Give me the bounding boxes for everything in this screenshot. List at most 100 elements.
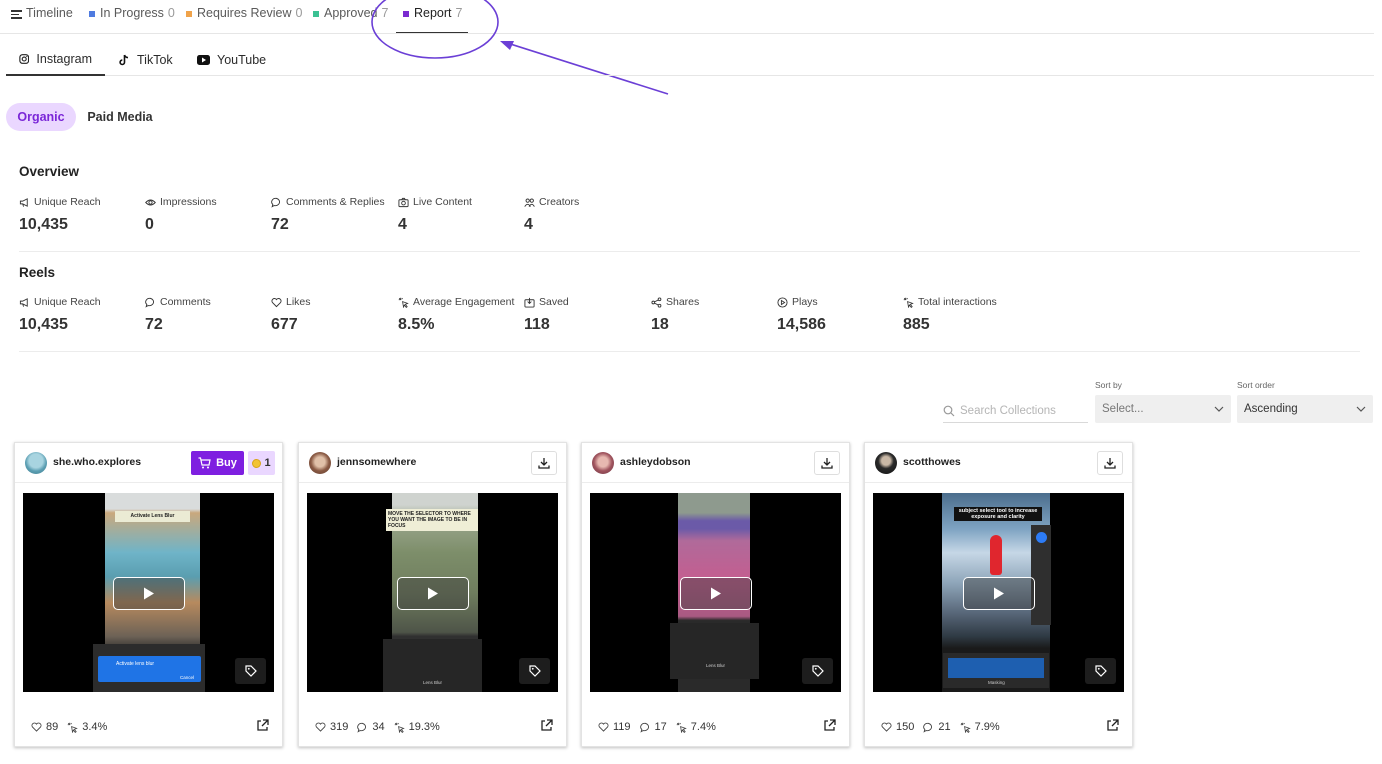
buy-button[interactable]: Buy [191,451,244,475]
tag-button[interactable] [519,658,550,684]
comments-stat: 34 [357,721,385,733]
reels-title: Reels [19,265,56,280]
avatar [25,452,47,474]
tab-timeline[interactable]: Timeline [11,6,73,33]
open-external-button[interactable] [823,719,836,737]
metric-value: 118 [524,316,550,333]
heart-icon [881,722,892,732]
tab-report[interactable]: Report 7 [396,6,469,33]
metric-value: 72 [145,316,163,333]
download-button[interactable] [814,451,840,475]
download-icon [538,458,550,469]
coin-count: 1 [264,457,271,469]
comment-icon [357,722,367,733]
download-button[interactable] [1097,451,1123,475]
video-caption: subject select tool to increase exposure… [954,507,1042,521]
eye-icon [145,199,156,205]
metric-value: 885 [903,316,930,333]
card-stats: 150 21 7.9% [881,721,1009,733]
metric-value: 10,435 [19,216,68,233]
card-header: scotthowes [865,443,1132,483]
open-external-button[interactable] [540,719,553,737]
tab-youtube[interactable]: YouTube [184,44,279,76]
play-button[interactable] [680,577,752,610]
tab-label: Report [414,6,452,20]
tab-requires-review[interactable]: Requires Review 0 [186,6,302,33]
organic-pill[interactable]: Organic [6,103,76,131]
sort-order-label: Sort order [1237,380,1275,390]
content-card: ashleydobson Lens Blur 119 17 7.4% [581,442,850,747]
content-card: scotthowes subject select tool to increa… [864,442,1133,747]
video-panel: Lens Blur [670,623,759,679]
comment-icon [639,722,649,733]
sort-by-group: Sort by Select... [1095,380,1231,423]
paid-media-pill[interactable]: Paid Media [82,103,158,131]
heart-icon [271,297,282,307]
video-panel-text: Lens Blur [706,663,726,668]
heart-icon [315,722,326,732]
masking-bar [948,658,1044,678]
metric-value: 10,435 [19,316,68,333]
likes-count: 119 [613,721,631,733]
download-icon [1104,458,1116,469]
video-panel: Masking [943,653,1049,688]
download-button[interactable] [531,451,557,475]
status-dot-icon [186,11,192,17]
creator-username: ashleydobson [620,456,691,468]
tag-button[interactable] [802,658,833,684]
sort-order-select[interactable]: Ascending [1237,395,1373,423]
tab-tiktok[interactable]: TikTok [105,44,186,76]
heart-icon [598,722,609,732]
tag-icon [244,665,257,677]
creator-username: scotthowes [903,456,961,468]
engagement-stat: 3.4% [67,721,107,733]
click-icon [960,722,971,733]
search-input[interactable] [960,404,1085,417]
reels-metric-total-interactions: Total interactions 885 [903,296,997,334]
metric-label: Total interactions [918,296,997,308]
video-thumbnail[interactable]: MOVE THE SELECTOR TO WHERE YOU WANT THE … [307,493,558,692]
card-header: she.who.explores Buy 1 [15,443,282,483]
sort-by-select[interactable]: Select... [1095,395,1231,423]
overview-metric-creators: Creators 4 [524,196,579,234]
play-icon [711,587,721,600]
reels-metric-unique-reach: Unique Reach 10,435 [19,296,101,334]
engagement-stat: 7.9% [960,721,1000,733]
reels-metric-average-engagement: Average Engagement 8.5% [398,296,514,334]
external-link-icon [257,719,269,731]
play-button[interactable] [397,577,469,610]
save-icon [524,297,535,308]
comment-icon [271,197,280,208]
reels-metric-plays: Plays 14,586 [777,296,826,334]
play-icon [144,587,154,600]
video-thumbnail[interactable]: subject select tool to increase exposure… [873,493,1124,692]
tab-label: TikTok [137,53,173,67]
tab-in-progress[interactable]: In Progress 0 [89,6,175,33]
click-icon [67,722,79,733]
tag-button[interactable] [235,658,266,684]
activate-panel: Activate lens blur Cancel [98,656,201,682]
likes-stat: 319 [315,721,348,733]
creator-username: jennsomewhere [337,456,417,468]
tab-count: 7 [455,6,463,20]
tag-button[interactable] [1085,658,1116,684]
card-header: ashleydobson [582,443,849,483]
video-thumbnail[interactable]: Lens Blur [590,493,841,692]
camera-icon [398,197,409,207]
open-external-button[interactable] [256,719,269,737]
video-panel: Activate lens blur Cancel [93,644,205,692]
play-button[interactable] [963,577,1035,610]
open-external-button[interactable] [1106,719,1119,737]
video-thumbnail[interactable]: Activate Lens Blur Activate lens blur Ca… [23,493,274,692]
coin-badge: 1 [248,451,275,475]
play-button[interactable] [113,577,185,610]
buy-label: Buy [216,457,237,469]
tab-approved[interactable]: Approved 7 [313,6,388,33]
metric-label: Likes [286,296,311,308]
comment-icon [923,722,933,733]
metric-label: Unique Reach [34,196,101,208]
status-tabs: Timeline In Progress 0 Requires Review 0… [0,0,1374,34]
tab-instagram[interactable]: Instagram [6,44,105,76]
tab-count: 7 [381,6,389,20]
instagram-icon [19,54,30,64]
